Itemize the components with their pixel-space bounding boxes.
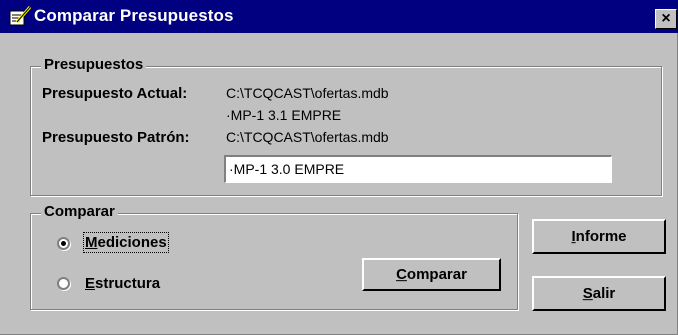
radio-label-mediciones[interactable]: Mediciones	[83, 232, 169, 253]
dialog-window: Comparar Presupuestos × Presupuestos Pre…	[0, 0, 678, 335]
radio-button[interactable]	[57, 237, 70, 250]
presupuesto-actual-name: ·MP-1 3.1 EMPRE	[226, 107, 342, 123]
salir-button-label: Salir	[582, 284, 616, 302]
notepad-pencil-icon	[9, 6, 32, 26]
presupuesto-actual-label: Presupuesto Actual:	[42, 85, 188, 102]
radio-label-estructura[interactable]: Estructura	[85, 275, 160, 292]
presupuesto-patron-path: C:\TCQCAST\ofertas.mdb	[226, 129, 389, 145]
close-icon[interactable]: ×	[655, 9, 677, 29]
comparar-group-title: Comparar	[41, 203, 118, 220]
comparar-button[interactable]: Comparar	[362, 258, 501, 291]
radio-selected-dot	[61, 241, 66, 246]
presupuesto-patron-field[interactable]: ·MP-1 3.0 EMPRE	[224, 155, 612, 183]
window-title: Comparar Presupuestos	[34, 6, 234, 25]
presupuesto-patron-label: Presupuesto Patrón:	[42, 129, 190, 146]
radio-button[interactable]	[57, 277, 70, 290]
presupuesto-actual-path: C:\TCQCAST\ofertas.mdb	[226, 85, 389, 101]
presupuestos-group-title: Presupuestos	[41, 56, 147, 73]
comparar-button-label: Comparar	[396, 265, 467, 283]
informe-button-label: Informe	[571, 227, 627, 245]
title-bar[interactable]: Comparar Presupuestos ×	[0, 0, 678, 33]
informe-button[interactable]: Informe	[532, 219, 666, 254]
salir-button[interactable]: Salir	[532, 276, 666, 311]
